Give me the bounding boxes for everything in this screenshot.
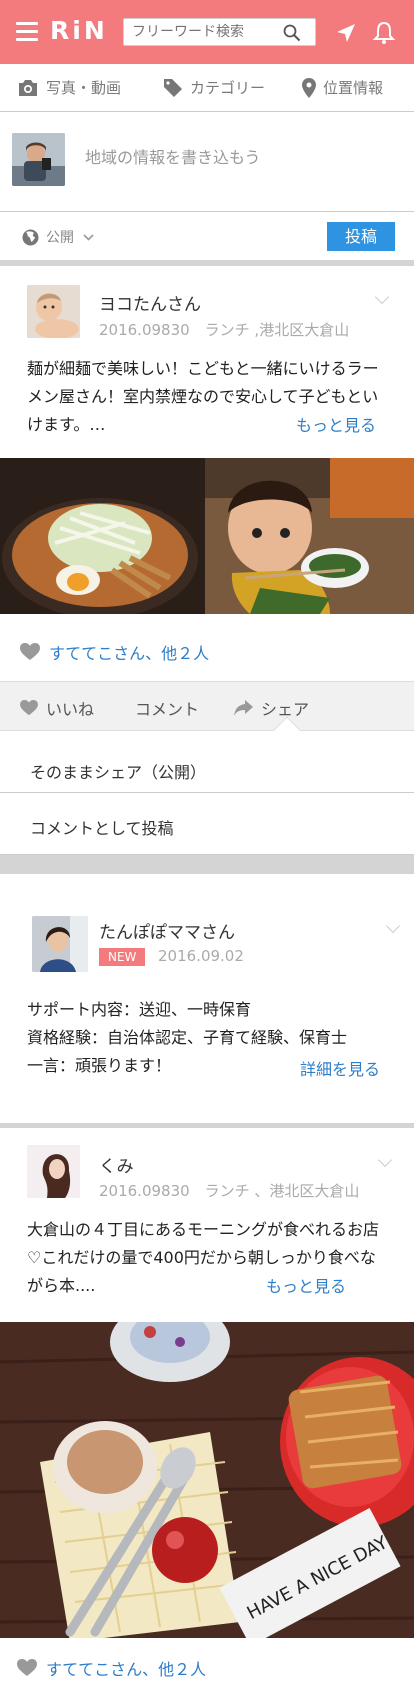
- compose-area: 地域の情報を書き込もう: [0, 112, 414, 212]
- details-link[interactable]: 詳細を見る: [300, 1056, 380, 1080]
- like-label: いいね: [46, 700, 95, 719]
- post-photo[interactable]: [0, 458, 414, 614]
- visibility-label: 公開: [46, 230, 74, 246]
- search-input[interactable]: [132, 19, 282, 45]
- read-more-link[interactable]: もっと見る: [266, 1273, 346, 1297]
- like-summary[interactable]: すててこさん、他２人: [17, 1656, 206, 1680]
- post-meta: 2016.09830 ランチ ,港北区大倉山: [99, 321, 350, 339]
- post-author[interactable]: くみ: [99, 1152, 134, 1177]
- app-header: RiN: [0, 0, 414, 64]
- post-type-tabs: 写真・動画 カテゴリー 位置情報: [0, 64, 414, 112]
- comment-label: コメント: [135, 700, 200, 719]
- post-author[interactable]: ヨコたんさん: [99, 290, 201, 315]
- post-card: たんぽぽママさん NEW 2016.09.02 サポート内容：送迎、一時保育 資…: [0, 874, 414, 1123]
- share-menu-item-public[interactable]: そのままシェア（公開）: [0, 731, 414, 793]
- post-meta: 2016.09830 ランチ 、港北区大倉山: [99, 1182, 360, 1200]
- share-menu-label: コメントとして投稿: [30, 819, 174, 838]
- hamburger-menu-icon[interactable]: [16, 22, 38, 42]
- like-summary-text: すててこさん、他２人: [46, 1660, 207, 1679]
- post-button[interactable]: 投稿: [327, 222, 395, 251]
- post-card: くみ 2016.09830 ランチ 、港北区大倉山 大倉山の４丁目にあるモーニン…: [0, 1128, 414, 1690]
- tab-label: 位置情報: [323, 79, 384, 97]
- comment-button[interactable]: コメント: [135, 696, 199, 720]
- share-menu-label: そのままシェア（公開）: [30, 763, 207, 782]
- avatar[interactable]: [32, 916, 88, 972]
- compose-input[interactable]: 地域の情報を書き込もう: [85, 144, 261, 168]
- share-button[interactable]: シェア: [234, 696, 309, 720]
- chevron-down-icon: [83, 233, 94, 241]
- post-options-chevron-icon[interactable]: [385, 918, 401, 934]
- post-options-chevron-icon[interactable]: [377, 1152, 393, 1168]
- publish-bar: 公開 投稿: [0, 212, 414, 260]
- tab-category[interactable]: カテゴリー: [163, 77, 265, 98]
- avatar[interactable]: [27, 1145, 80, 1198]
- location-pin-icon: [302, 77, 316, 98]
- bell-icon[interactable]: [373, 21, 395, 45]
- post-card: ヨコたんさん 2016.09830 ランチ ,港北区大倉山 麺が細麺で美味しい！…: [0, 266, 414, 681]
- post-options-chevron-icon[interactable]: [374, 289, 390, 305]
- like-summary-text: すててこさん、他２人: [49, 644, 210, 663]
- post-body-line: サポート内容：送迎、一時保育: [27, 1000, 252, 1019]
- like-button[interactable]: いいね: [20, 696, 94, 720]
- user-avatar: [12, 133, 65, 186]
- visibility-select[interactable]: 公開: [22, 227, 101, 247]
- avatar[interactable]: [27, 285, 80, 338]
- tab-photo-video[interactable]: 写真・動画: [17, 77, 121, 98]
- new-badge: NEW: [99, 948, 146, 966]
- post-author[interactable]: たんぽぽママさん: [99, 918, 235, 943]
- tab-label: 写真・動画: [46, 79, 122, 97]
- camera-icon: [19, 79, 37, 96]
- like-summary[interactable]: すててこさん、他２人: [20, 640, 209, 664]
- read-more-link[interactable]: もっと見る: [296, 412, 376, 436]
- share-arrow-icon: [234, 700, 253, 716]
- post-body-line: 資格経験：自治体認定、子育て経験、保育士: [27, 1028, 348, 1047]
- post-meta: 2016.09.02: [158, 947, 244, 965]
- post-photo[interactable]: HAVE A NICE DAY: [0, 1322, 414, 1638]
- search-box[interactable]: [123, 18, 316, 46]
- share-label: シェア: [261, 700, 310, 719]
- tab-label: カテゴリー: [190, 79, 266, 97]
- tab-location[interactable]: 位置情報: [302, 77, 383, 98]
- share-menu-item-comment[interactable]: コメントとして投稿: [0, 793, 414, 855]
- app-logo[interactable]: RiN: [50, 16, 108, 45]
- heart-icon: [20, 643, 40, 660]
- tag-icon: [164, 78, 182, 97]
- search-icon[interactable]: [283, 24, 301, 42]
- share-menu: そのままシェア（公開） コメントとして投稿: [0, 731, 414, 855]
- post-action-bar: いいね コメント シェア: [0, 681, 414, 731]
- heart-icon: [17, 1659, 37, 1676]
- location-arrow-icon[interactable]: [335, 22, 357, 44]
- heart-icon: [20, 700, 38, 716]
- globe-icon: [22, 229, 39, 245]
